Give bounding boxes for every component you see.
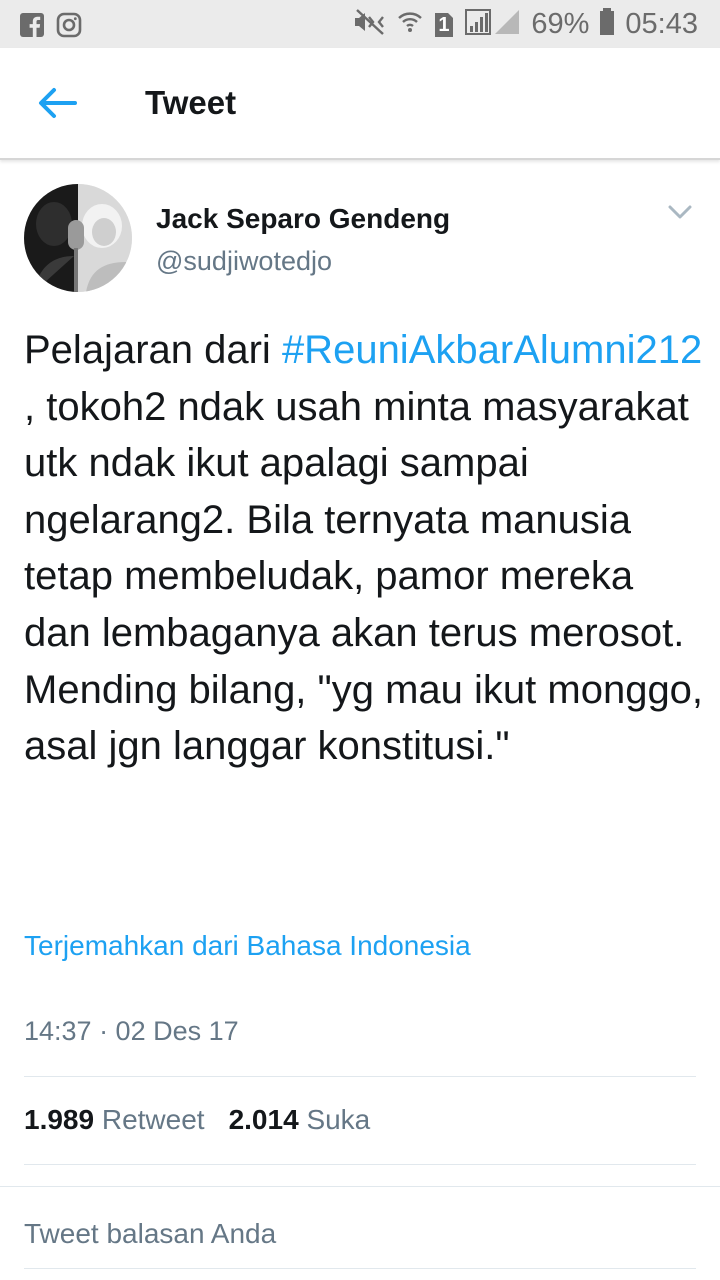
- sim-icon: 1: [433, 11, 455, 39]
- divider: [24, 1164, 696, 1165]
- status-bar-right: 1 69% 05:43: [353, 8, 698, 41]
- chevron-down-icon: [668, 205, 692, 224]
- status-bar-left: [20, 12, 82, 43]
- mute-icon: [353, 8, 387, 41]
- sim-slot-number: 1: [438, 13, 450, 36]
- tweet-options-button[interactable]: [660, 196, 700, 232]
- tweet-text: Pelajaran dari #ReuniAkbarAlumni212 , to…: [24, 322, 704, 775]
- divider: [0, 1186, 720, 1187]
- divider: [24, 1076, 696, 1077]
- signal-icon: [465, 8, 521, 41]
- retweets-stat[interactable]: 1.989 Retweet: [24, 1104, 205, 1136]
- hashtag-link[interactable]: #ReuniAkbarAlumni212: [282, 328, 702, 372]
- tweet-timestamp: 14:37 · 02 Des 17: [24, 1016, 239, 1046]
- app-bar: Tweet: [0, 48, 720, 160]
- likes-label: Suka: [306, 1104, 371, 1135]
- likes-stat[interactable]: 2.014 Suka: [229, 1104, 371, 1136]
- battery-icon: [599, 8, 615, 41]
- author-name[interactable]: Jack Separo Gendeng: [156, 203, 450, 235]
- page-title: Tweet: [145, 84, 237, 121]
- arrow-left-icon: [37, 86, 77, 125]
- clock-time: 05:43: [625, 8, 698, 40]
- reply-input[interactable]: Tweet balasan Anda: [24, 1218, 276, 1250]
- retweets-label: Retweet: [101, 1104, 205, 1135]
- tweet-text-before: Pelajaran dari: [24, 328, 282, 372]
- instagram-icon: [56, 12, 82, 43]
- likes-count: 2.014: [228, 1104, 299, 1135]
- divider: [24, 1268, 696, 1269]
- tweet-stats: 1.989 Retweet 2.014 Suka: [24, 1104, 370, 1136]
- author-handle[interactable]: @sudjiwotedjo: [156, 246, 332, 277]
- battery-percent: 69%: [531, 8, 590, 40]
- back-button[interactable]: [30, 78, 84, 132]
- wifi-icon: [397, 9, 423, 40]
- translate-link[interactable]: Terjemahkan dari Bahasa Indonesia: [24, 930, 471, 962]
- tweet-text-after: , tokoh2 ndak usah minta masyarakat utk …: [24, 384, 704, 769]
- facebook-icon: [20, 13, 44, 42]
- retweets-count: 1.989: [24, 1104, 95, 1135]
- avatar[interactable]: [24, 184, 132, 292]
- status-bar: 1 69% 05:43: [0, 0, 720, 48]
